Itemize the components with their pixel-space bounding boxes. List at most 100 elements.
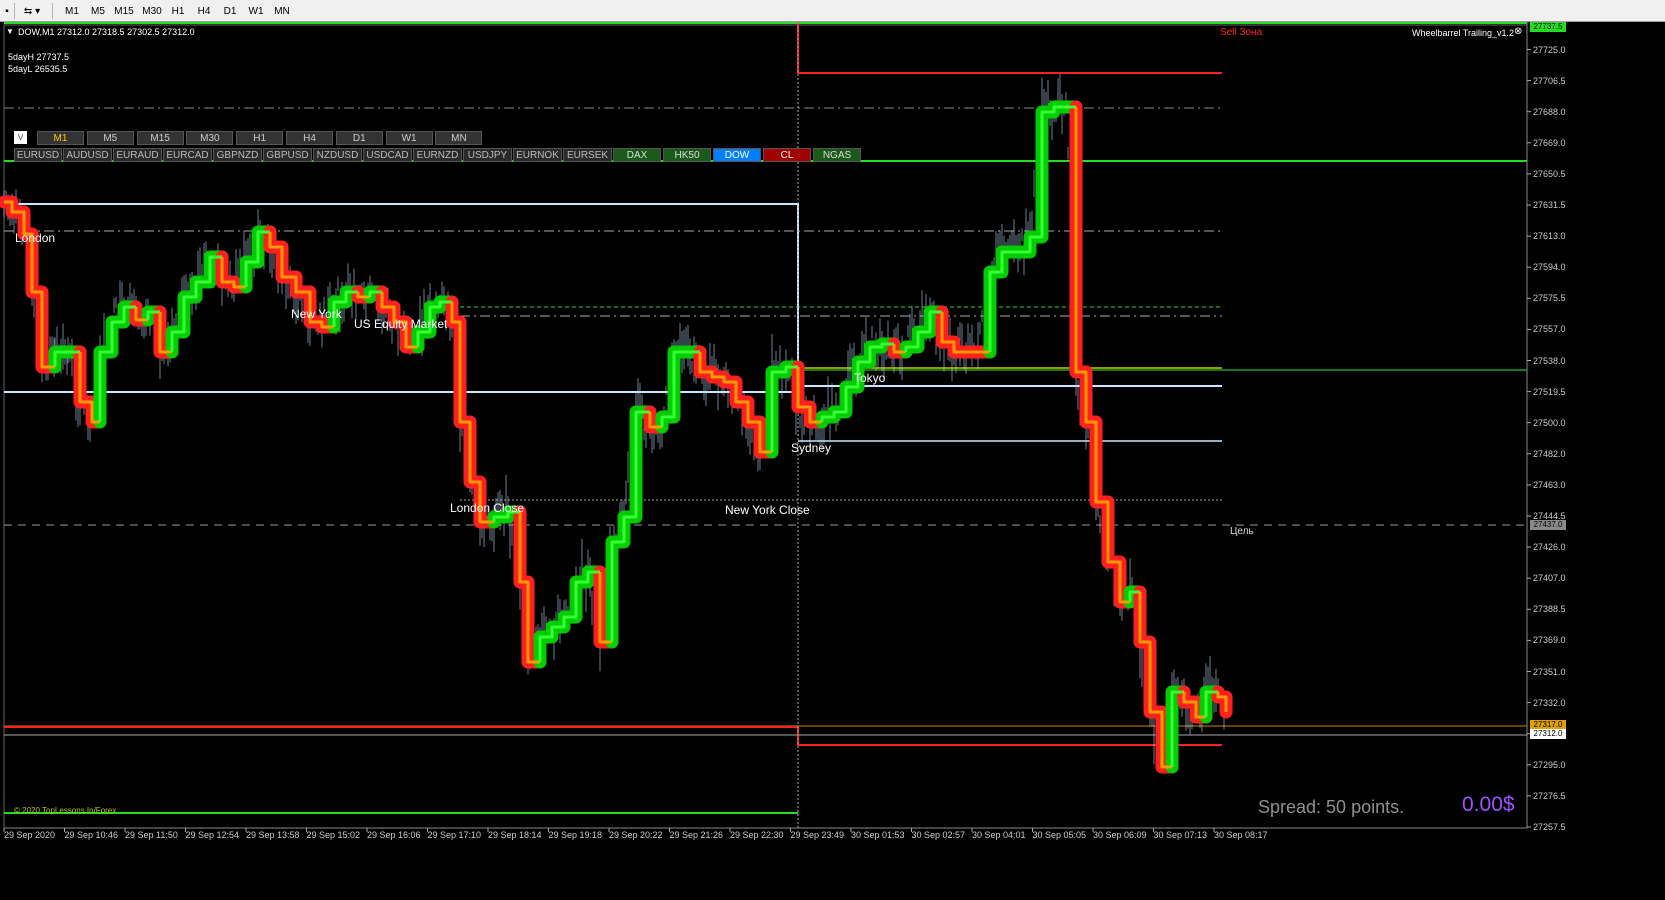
x-tick-label: 30 Sep 07:13 xyxy=(1153,830,1208,840)
toolbar-tf-m5[interactable]: M5 xyxy=(86,2,110,20)
symbol-button-dow[interactable]: DOW xyxy=(713,148,761,162)
symbol-button-gbpusd[interactable]: GBPUSD xyxy=(263,148,312,162)
y-tick-label: 27669.0 xyxy=(1533,137,1566,148)
x-tick-label: 29 Sep 23:49 xyxy=(790,830,845,840)
y-tick-label: 27295.0 xyxy=(1533,759,1566,770)
close-icon[interactable]: ⊗ xyxy=(1514,26,1522,37)
x-tick-label: 29 Sep 10:46 xyxy=(64,830,119,840)
symbol-button-cl[interactable]: CL xyxy=(763,148,811,162)
toolbar-menu-icon[interactable]: ▪ xyxy=(2,2,12,20)
toolbar-tf-m30[interactable]: M30 xyxy=(140,2,164,20)
trail-outer xyxy=(605,405,657,649)
y-tick-label: 27706.5 xyxy=(1533,75,1566,86)
y-tick-label: 27613.0 xyxy=(1533,231,1566,242)
symbol-button-eurcad[interactable]: EURCAD xyxy=(163,148,212,162)
toolbar-separator xyxy=(14,3,15,19)
x-tick-label: 29 Sep 13:58 xyxy=(246,830,300,840)
symbol-button-eurnzd[interactable]: EURNZD xyxy=(413,148,462,162)
toolbar-tf-h4[interactable]: H4 xyxy=(192,2,216,20)
panel-tf-h1[interactable]: H1 xyxy=(236,131,284,145)
x-tick-label: 29 Sep 22:30 xyxy=(730,830,784,840)
y-tick-label: 27369.0 xyxy=(1533,635,1566,646)
y-tick-label: 27650.5 xyxy=(1533,168,1566,179)
x-tick-label: 29 Sep 11:50 xyxy=(125,830,178,840)
stop-line-red xyxy=(4,726,1222,746)
x-tick-label: 29 Sep 12:54 xyxy=(185,830,240,840)
trail-core xyxy=(988,105,1076,352)
y-tick-label: 27351.0 xyxy=(1533,666,1566,677)
panel-tf-m1[interactable]: M1 xyxy=(37,131,84,145)
sell-zone-line xyxy=(797,22,1222,74)
toolbar-tf-mn[interactable]: MN xyxy=(270,2,294,20)
sell-zone-label: Sell Зона xyxy=(1220,27,1263,38)
price-label-target: 27437.0 xyxy=(1530,520,1566,530)
y-tick-label: 27725.0 xyxy=(1533,44,1566,55)
symbol-button-nzdusd[interactable]: NZDUSD xyxy=(313,148,362,162)
dropdown-arrow-icon[interactable]: ▼ xyxy=(6,27,14,36)
x-tick-label: 29 Sep 15:02 xyxy=(306,830,361,840)
symbol-button-usdjpy[interactable]: USDJPY xyxy=(463,148,512,162)
symbol-button-usdcad[interactable]: USDCAD xyxy=(363,148,412,162)
trail-outer xyxy=(0,195,62,374)
session-label-london: London xyxy=(15,231,56,245)
y-tick-label: 27500.0 xyxy=(1533,417,1566,428)
y-tick-label: 27407.0 xyxy=(1533,573,1566,584)
target-label: Цель xyxy=(1230,526,1254,537)
symbol-button-hk50[interactable]: HK50 xyxy=(663,148,711,162)
symbol-button-gbpnzd[interactable]: GBPNZD xyxy=(213,148,262,162)
indicator-name: Wheelbarrel Trailing_v1.2 xyxy=(1412,28,1515,38)
x-tick-label: 30 Sep 05:05 xyxy=(1032,830,1087,840)
y-tick-label: 27538.0 xyxy=(1533,355,1566,366)
x-tick-label: 29 Sep 17:10 xyxy=(427,830,482,840)
line-tools-icon[interactable]: ⇆ ▾ xyxy=(18,2,46,20)
x-tick-label: 30 Sep 04:01 xyxy=(972,830,1026,840)
copyright-text: © 2020 TopLessons.In/Forex xyxy=(14,806,117,815)
symbol-button-eurusd[interactable]: EURUSD xyxy=(14,148,62,162)
panel-tf-w1[interactable]: W1 xyxy=(385,131,433,145)
symbol-button-eursek[interactable]: EURSEK xyxy=(563,148,612,162)
y-tick-label: 27557.0 xyxy=(1533,324,1566,335)
panel-tf-m15[interactable]: M15 xyxy=(136,131,184,145)
y-tick-label: 27575.5 xyxy=(1533,293,1566,304)
symbol-button-euraud[interactable]: EURAUD xyxy=(113,148,162,162)
session-label-tokyo: Tokyo xyxy=(854,371,886,385)
toolbar-tf-h1[interactable]: H1 xyxy=(166,2,190,20)
panel-checkbox[interactable]: V xyxy=(14,131,27,144)
session-label-sydney: Sydney xyxy=(791,441,832,455)
toolbar-separator xyxy=(52,3,53,19)
day-high-label: 5dayH 27737.5 xyxy=(8,52,70,62)
panel-tf-h4[interactable]: H4 xyxy=(286,131,333,145)
symbol-button-eurnok[interactable]: EURNOK xyxy=(513,148,562,162)
y-tick-label: 27594.0 xyxy=(1533,262,1566,273)
chart-header: DOW,M1 27312.0 27318.5 27302.5 27312.0 xyxy=(18,27,195,37)
trail-outer xyxy=(983,100,1083,359)
session-label-new-york: New York xyxy=(291,307,342,321)
trail-outer xyxy=(445,295,501,529)
day-low-label: 5dayL 26535.5 xyxy=(8,64,68,74)
y-tick-label: 27482.0 xyxy=(1533,448,1566,459)
panel-tf-mn[interactable]: MN xyxy=(435,131,483,145)
toolbar-tf-d1[interactable]: D1 xyxy=(218,2,242,20)
x-tick-label: 29 Sep 16:06 xyxy=(367,830,421,840)
x-tick-label: 29 Sep 21:26 xyxy=(669,830,724,840)
y-tick-label: 27463.0 xyxy=(1533,479,1566,490)
panel-tf-m30[interactable]: M30 xyxy=(186,131,234,145)
trail-outer xyxy=(1069,100,1137,609)
trail-outer xyxy=(935,305,997,359)
symbol-button-dax[interactable]: DAX xyxy=(613,148,661,162)
y-tick-label: 27332.0 xyxy=(1533,697,1566,708)
toolbar-tf-w1[interactable]: W1 xyxy=(244,2,268,20)
y-tick-label: 27388.5 xyxy=(1533,604,1566,615)
x-tick-label: 29 Sep 20:22 xyxy=(609,830,663,840)
x-tick-label: 30 Sep 02:57 xyxy=(911,830,966,840)
panel-tf-m5[interactable]: M5 xyxy=(86,131,134,145)
symbol-button-ngas[interactable]: NGAS xyxy=(813,148,861,162)
panel-tf-d1[interactable]: D1 xyxy=(335,131,383,145)
x-tick-label: 30 Sep 06:09 xyxy=(1093,830,1147,840)
toolbar-tf-m1[interactable]: M1 xyxy=(60,2,84,20)
toolbar-tf-m15[interactable]: M15 xyxy=(112,2,136,20)
price-chart[interactable]: DOW,M1 27312.0 27318.5 27302.5 27312.0 ▼… xyxy=(0,22,1665,900)
y-tick-label: 27276.5 xyxy=(1533,790,1566,801)
symbol-button-audusd[interactable]: AUDUSD xyxy=(63,148,112,162)
x-tick-label: 29 Sep 19:18 xyxy=(548,830,603,840)
